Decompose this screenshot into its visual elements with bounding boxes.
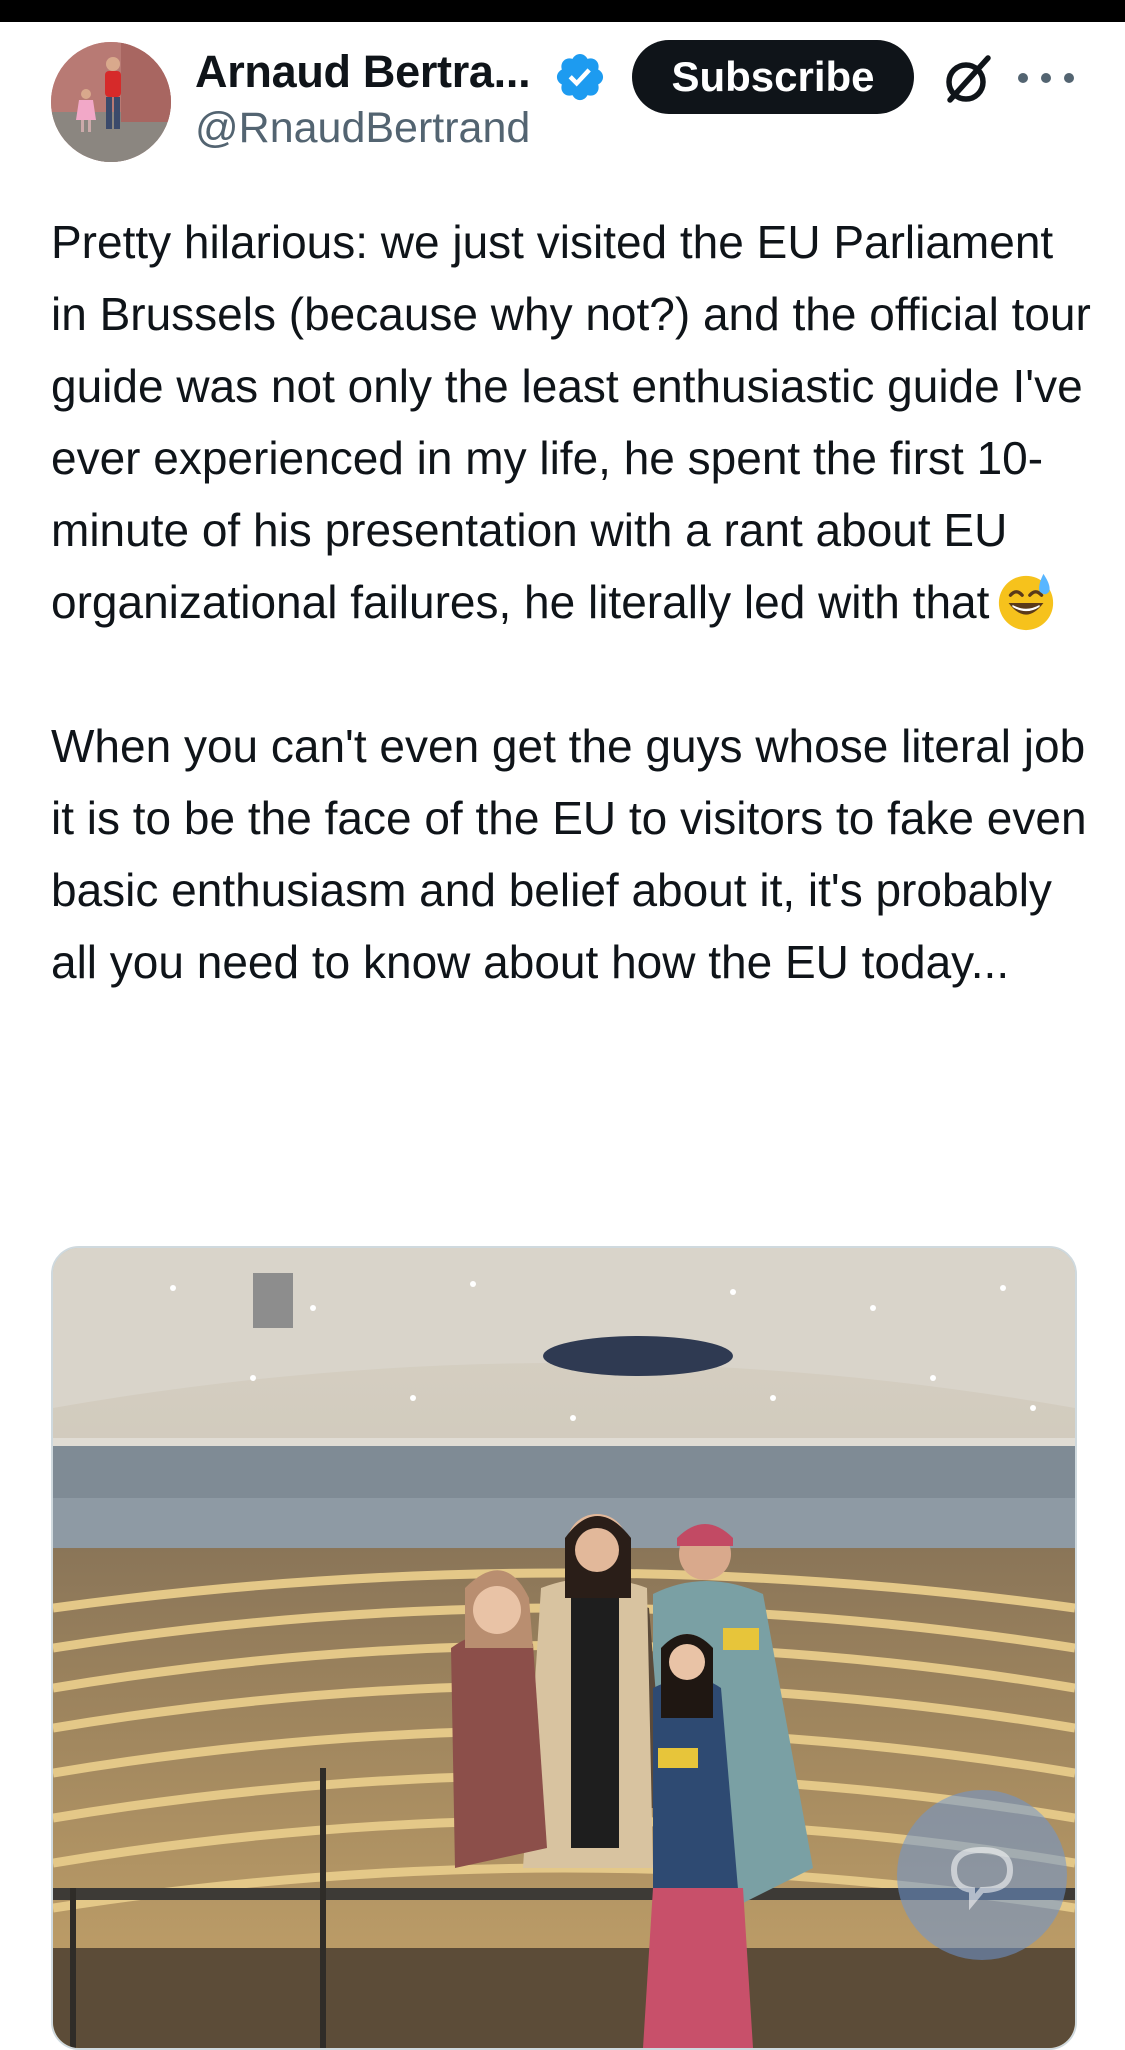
grinning-sweat-emoji-icon <box>999 573 1054 631</box>
grok-icon[interactable] <box>938 50 998 110</box>
reply-bubble-icon <box>950 1846 1014 1910</box>
verified-badge-icon <box>556 53 604 101</box>
more-horizontal-icon[interactable] <box>1018 50 1074 106</box>
status-bar <box>0 0 1125 22</box>
post-paragraph-2: When you can't even get the guys whose l… <box>51 720 1087 988</box>
author-display-name[interactable]: Arnaud Bertra... <box>195 46 531 98</box>
post-header: Arnaud Bertra... @RnaudBertrand Subscrib… <box>0 22 1125 172</box>
post-text: Pretty hilarious: we just visited the EU… <box>51 206 1091 998</box>
post-paragraph-1-text: Pretty hilarious: we just visited the EU… <box>51 216 1091 628</box>
avatar[interactable] <box>51 42 171 162</box>
reply-bubble-button[interactable] <box>897 1790 1067 1960</box>
subscribe-button[interactable]: Subscribe <box>632 40 914 114</box>
author-handle[interactable]: @RnaudBertrand <box>195 104 530 153</box>
post-paragraph-1: Pretty hilarious: we just visited the EU… <box>51 206 1091 638</box>
